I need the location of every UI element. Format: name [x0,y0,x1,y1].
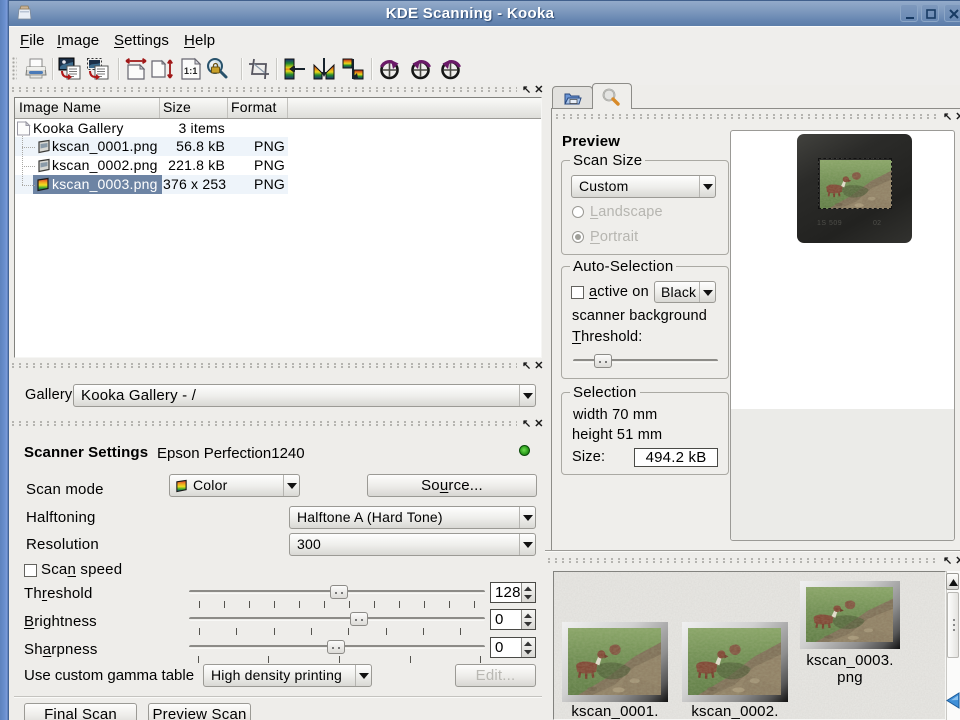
svg-text:1:1: 1:1 [184,66,198,76]
